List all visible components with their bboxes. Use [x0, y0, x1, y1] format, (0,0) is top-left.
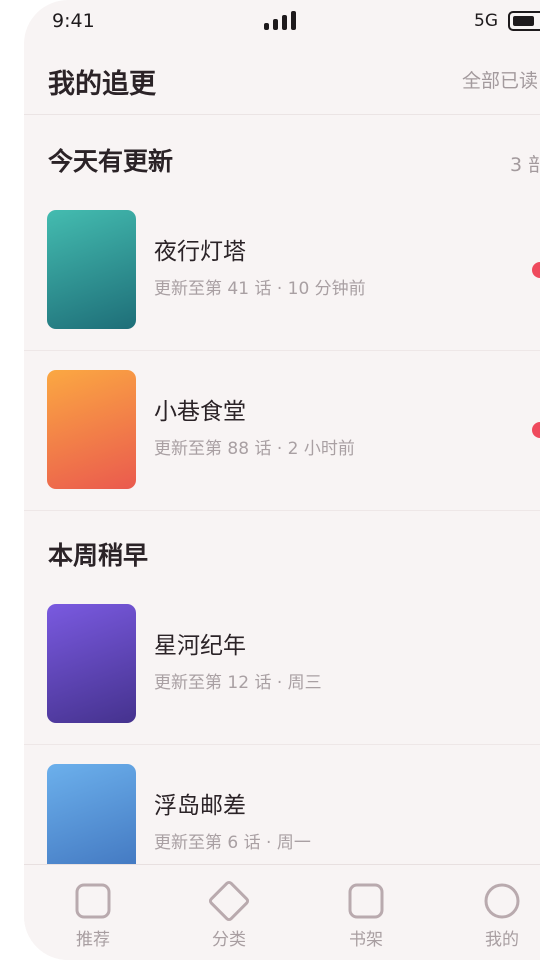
- tab-label: 书架: [349, 930, 383, 950]
- phone-screen: 9:41 5G 我的追更 全部已读 今天有更新 3 部 夜行灯塔 更新至第 41…: [24, 0, 540, 960]
- unread-dot-icon: [532, 262, 540, 278]
- comic-update-meta: 更新至第 41 话 · 10 分钟前: [154, 279, 366, 299]
- comic-update-meta: 更新至第 12 话 · 周三: [154, 673, 322, 693]
- comic-cover: [47, 370, 136, 489]
- diamond-icon: [208, 880, 250, 922]
- tab-recommend[interactable]: 推荐: [43, 865, 143, 960]
- battery-icon: [508, 11, 540, 31]
- comic-title: 小巷食堂: [154, 399, 246, 425]
- signal-bars-icon: [264, 10, 304, 32]
- status-time: 9:41: [52, 10, 95, 32]
- comic-title: 浮岛邮差: [154, 793, 246, 819]
- section-title-today: 今天有更新: [48, 147, 174, 176]
- page-title: 我的追更: [48, 69, 156, 100]
- tab-profile[interactable]: 我的: [452, 865, 540, 960]
- bottom-tab-bar: 推荐 分类 书架 我的: [24, 864, 540, 960]
- comic-cover: [47, 210, 136, 329]
- comic-cover: [47, 604, 136, 723]
- section-count-today: 3 部: [510, 154, 540, 176]
- list-item[interactable]: 夜行灯塔 更新至第 41 话 · 10 分钟前: [24, 190, 540, 351]
- list-item[interactable]: 星河纪年 更新至第 12 话 · 周三: [24, 584, 540, 745]
- tab-label: 推荐: [76, 930, 110, 950]
- comic-title: 夜行灯塔: [154, 239, 246, 265]
- tab-label: 分类: [212, 930, 246, 950]
- rounded-square-icon: [348, 883, 384, 919]
- tab-bookshelf[interactable]: 书架: [316, 865, 416, 960]
- tab-category[interactable]: 分类: [179, 865, 279, 960]
- mark-all-read-button[interactable]: 全部已读: [462, 66, 538, 93]
- list-item[interactable]: 小巷食堂 更新至第 88 话 · 2 小时前: [24, 350, 540, 511]
- comic-update-meta: 更新至第 88 话 · 2 小时前: [154, 439, 355, 459]
- comic-update-meta: 更新至第 6 话 · 周一: [154, 833, 311, 853]
- rounded-square-icon: [75, 883, 111, 919]
- comic-title: 星河纪年: [154, 633, 246, 659]
- section-title-earlier: 本周稍早: [48, 541, 149, 570]
- status-bar: 9:41 5G: [24, 0, 540, 42]
- network-type: 5G: [474, 11, 498, 31]
- unread-dot-icon: [532, 422, 540, 438]
- circle-icon: [484, 883, 520, 919]
- page-header: 我的追更 全部已读: [24, 42, 540, 115]
- tab-label: 我的: [485, 930, 519, 950]
